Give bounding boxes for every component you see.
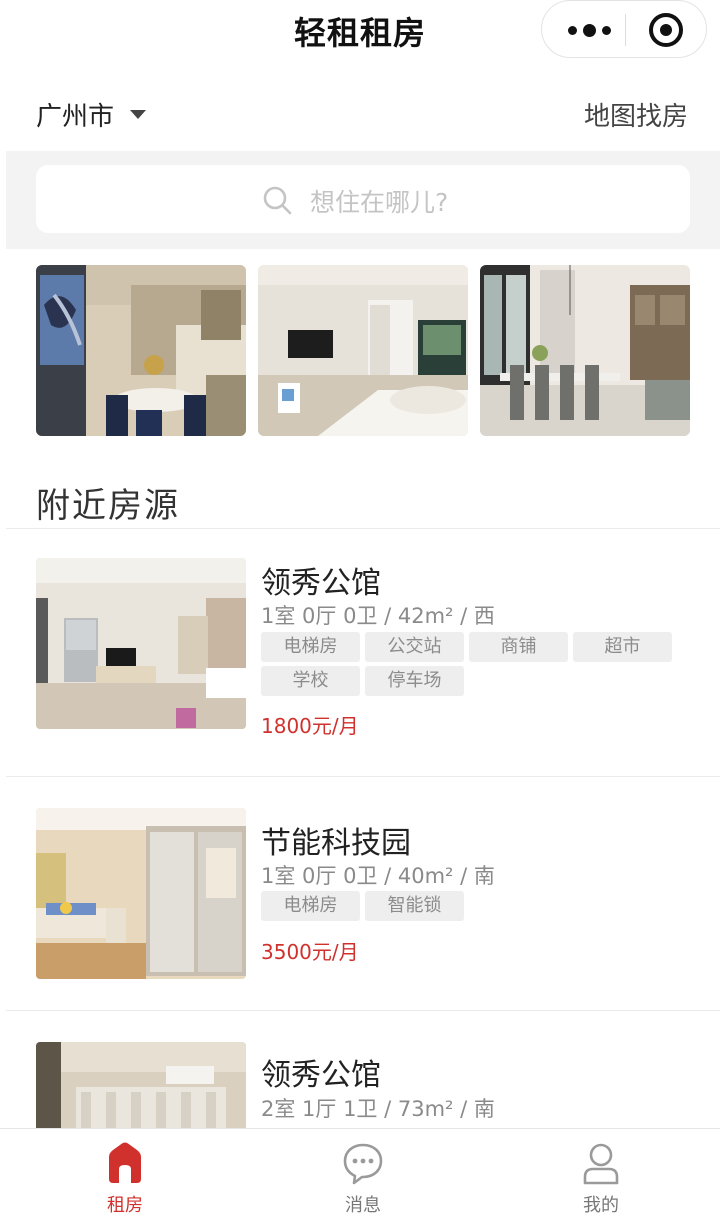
listing-spec: 2室 1厅 1卫 / 73m² / 南 [261,1097,495,1121]
more-menu-icon[interactable] [564,20,626,40]
search-section: 想住在哪儿? [6,151,720,249]
tag: 电梯房 [261,891,360,921]
tab-mine[interactable]: 我的 [521,1129,681,1223]
tab-rent[interactable]: 租房 [45,1129,205,1223]
map-search-link[interactable]: 地图找房 [584,96,688,133]
banner-gallery [36,265,690,437]
listing-price: 3500元/月 [261,940,359,964]
listing-name: 节能科技园 [261,826,411,861]
caret-down-icon[interactable] [130,110,146,119]
listing-thumbnail[interactable] [36,808,246,979]
city-selector[interactable]: 广州市 [36,96,114,133]
tag: 超市 [573,632,672,662]
listing-thumbnail[interactable] [36,558,246,729]
divider [6,776,720,777]
tag: 商铺 [469,632,568,662]
person-icon [583,1143,619,1185]
listing-card[interactable]: 领秀公馆 1室 0厅 0卫 / 42m² / 西 电梯房 公交站 商铺 超市学校 停车场… [6,558,720,773]
tab-label: 我的 [583,1195,619,1216]
divider [6,528,720,529]
nav-bar: 轻租租房 [0,0,720,64]
location-row: 广州市 地图找房 [0,84,720,144]
listing-thumbnail[interactable] [36,1042,246,1128]
listing-tags: 电梯房 公交站 商铺 超市学校 停车场 [261,632,681,700]
banner-image-living-room[interactable] [36,265,246,436]
search-icon [263,186,292,215]
mini-program-capsule [541,0,707,58]
listing-card[interactable]: 节能科技园 1室 0厅 0卫 / 40m² / 南 电梯房 智能锁 3500元/月 [6,808,720,1008]
listing-spec: 1室 0厅 0卫 / 40m² / 南 [261,864,495,888]
tag: 智能锁 [365,891,464,921]
search-placeholder: 想住在哪儿? [310,188,449,217]
listing-name: 领秀公馆 [261,1058,381,1093]
banner-image-dining-room[interactable] [480,265,690,436]
tag: 公交站 [365,632,464,662]
close-mini-program-icon[interactable] [649,13,683,47]
listing-name: 领秀公馆 [261,566,381,601]
tab-label: 租房 [107,1195,143,1216]
divider [6,1010,720,1011]
listing-spec: 1室 0厅 0卫 / 42m² / 西 [261,604,495,628]
home-icon [109,1142,141,1183]
listing-price: 1800元/月 [261,714,359,738]
search-input[interactable]: 想住在哪儿? [36,165,690,233]
listing-card[interactable]: 领秀公馆 2室 1厅 1卫 / 73m² / 南 [6,1042,720,1128]
listing-tags: 电梯房 智能锁 [261,891,681,925]
capsule-divider [625,14,626,46]
tag: 停车场 [365,666,464,696]
tab-label: 消息 [345,1195,381,1216]
banner-image-bedroom[interactable] [258,265,468,436]
nearby-section-title: 附近房源 [36,486,180,526]
tag: 电梯房 [261,632,360,662]
tag: 学校 [261,666,360,696]
tab-bar: 租房 消息 我的 [0,1128,720,1223]
tab-messages[interactable]: 消息 [283,1129,443,1223]
chat-bubble-icon [343,1143,383,1185]
